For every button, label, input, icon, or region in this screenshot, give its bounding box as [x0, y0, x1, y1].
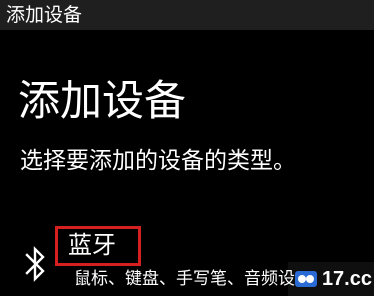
bluetooth-icon — [25, 246, 45, 282]
page-subtitle: 选择要添加的设备的类型。 — [20, 148, 296, 174]
bluetooth-option-title: 蓝牙 — [68, 231, 116, 259]
watermark-text: 17.cc — [321, 267, 372, 290]
watermark-logo-icon — [294, 271, 317, 287]
watermark: 17.cc — [287, 262, 374, 296]
bluetooth-option-description: 鼠标、键盘、手写笔、音频设 — [74, 269, 295, 289]
window-title: 添加设备 — [6, 4, 83, 26]
page-title: 添加设备 — [18, 76, 187, 125]
title-bar: 添加设备 — [0, 0, 374, 30]
